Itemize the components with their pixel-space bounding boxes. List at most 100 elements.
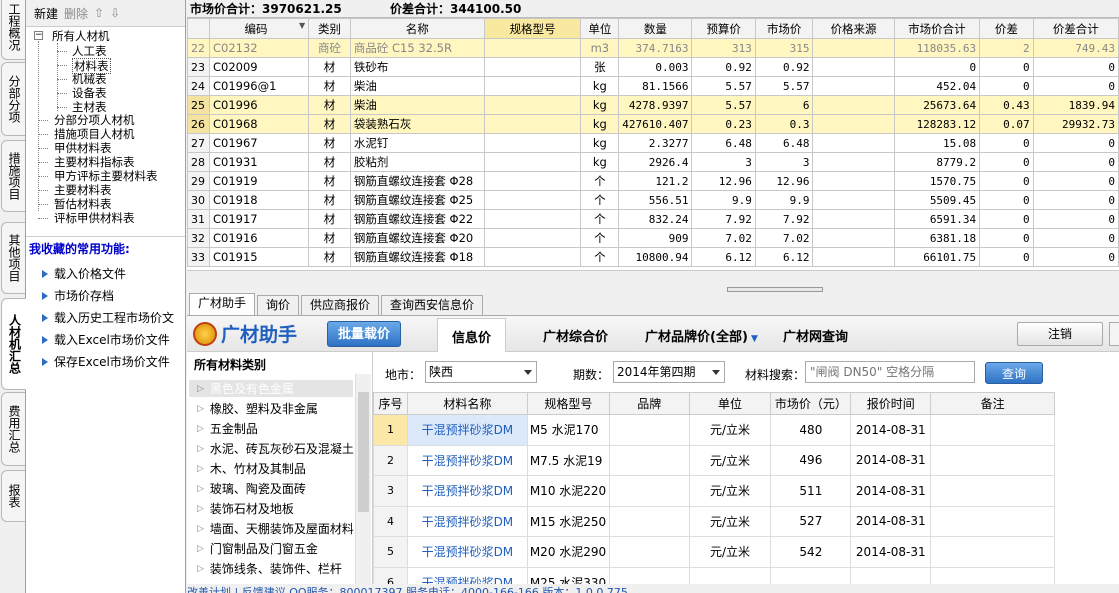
panel-splitter[interactable]: [187, 286, 1119, 294]
tree-item-5[interactable]: 主要材料表: [54, 183, 112, 197]
fav-item-1[interactable]: 市场价存档: [42, 287, 114, 304]
cell-code[interactable]: C02009: [208, 57, 310, 77]
cell-cat[interactable]: 材: [308, 209, 351, 229]
grid-header-6[interactable]: 预算价: [691, 18, 756, 39]
table-row[interactable]: 22 C02132 商砼 商品砼 C15 32.5R m3 374.7163 313 315 1…: [187, 38, 1119, 58]
table-row[interactable]: 25 C01996 材柴油 kg 4278.9397 5.57 6 25673.64 0.43 1…: [187, 95, 1119, 115]
cell-src[interactable]: [812, 133, 895, 153]
price-cell-unit[interactable]: 元/立米: [688, 414, 772, 446]
cell-mtotal[interactable]: 128283.12: [893, 114, 981, 134]
tree-item-3[interactable]: 主要材料指标表: [54, 155, 135, 169]
category-scrollbar[interactable]: [355, 374, 371, 585]
cell-mtotal[interactable]: 118035.63: [893, 38, 981, 58]
cell-market[interactable]: 0.92: [754, 57, 814, 77]
cell-qty[interactable]: 374.7163: [618, 38, 693, 58]
cell-code[interactable]: C01918: [208, 190, 310, 210]
extra-button[interactable]: [1109, 322, 1119, 346]
category-item-9[interactable]: ▷ 装饰线条、装饰件、栏杆: [197, 560, 355, 577]
query-button[interactable]: 查询: [985, 362, 1043, 384]
cell-budget[interactable]: 3: [691, 152, 756, 172]
grid-header-1[interactable]: 类别: [308, 18, 351, 39]
price-header-4[interactable]: 单位: [688, 392, 772, 415]
category-item-3[interactable]: ▷ 水泥、砖瓦灰砂石及混凝土: [197, 440, 355, 457]
price-cell-n[interactable]: 1: [373, 414, 408, 446]
table-row[interactable]: 2 干混预拌砂浆DM M7.5 水泥19 元/立米 496 2014-08-31: [373, 444, 1055, 476]
cell-mtotal[interactable]: 66101.75: [893, 247, 981, 267]
tree-item-0[interactable]: 分部分项人材机: [54, 113, 135, 127]
cell-src[interactable]: [812, 190, 895, 210]
cell-spec[interactable]: [483, 133, 582, 153]
grid-header-2[interactable]: 名称: [349, 18, 485, 39]
cell-budget[interactable]: 9.9: [691, 190, 756, 210]
table-row[interactable]: 5 干混预拌砂浆DM M20 水泥290 元/立米 542 2014-08-31: [373, 536, 1055, 568]
table-row[interactable]: 33 C01915 材钢筋直螺纹连接套 Φ18 个 10800.94 6.12 6.12 66…: [187, 247, 1119, 267]
grid-header-10[interactable]: 价差: [979, 18, 1034, 39]
cell-unit[interactable]: kg: [580, 152, 620, 172]
price-header-7[interactable]: 备注: [930, 392, 1055, 415]
cell-market[interactable]: 9.9: [754, 190, 814, 210]
price-header-5[interactable]: 市场价（元）: [770, 392, 852, 415]
cell-qty[interactable]: 2.3277: [618, 133, 693, 153]
price-header-1[interactable]: 材料名称: [406, 392, 528, 415]
price-cell-unit[interactable]: 元/立米: [688, 475, 772, 507]
cell-src[interactable]: [812, 171, 895, 191]
cell-unit[interactable]: 张: [580, 57, 620, 77]
cell-qty[interactable]: 10800.94: [618, 247, 693, 267]
cell-src[interactable]: [812, 38, 895, 58]
cell-mtotal[interactable]: 1570.75: [893, 171, 981, 191]
price-cell-name[interactable]: 干混预拌砂浆DM: [406, 505, 528, 537]
tree-item-1[interactable]: 措施项目人材机: [54, 127, 135, 141]
table-row[interactable]: 4 干混预拌砂浆DM M15 水泥250 元/立米 527 2014-08-31: [373, 505, 1055, 537]
category-item-8[interactable]: ▷ 门窗制品及门窗五金: [197, 540, 355, 557]
cell-unit[interactable]: m3: [580, 38, 620, 58]
cell-src[interactable]: [812, 114, 895, 134]
cell-mtotal[interactable]: 0: [893, 57, 981, 77]
cell-spec[interactable]: [483, 76, 582, 96]
price-cell-brand[interactable]: [608, 414, 690, 446]
table-row[interactable]: 24 C01996@1 材柴油 kg 81.1566 5.57 5.57 452.04 0 0: [187, 76, 1119, 96]
cell-market[interactable]: 7.02: [754, 228, 814, 248]
table-row[interactable]: 30 C01918 材钢筋直螺纹连接套 Φ25 个 556.51 9.9 9.9 5509.4…: [187, 190, 1119, 210]
price-cell-price[interactable]: 496: [770, 444, 852, 476]
cell-name[interactable]: 商品砼 C15 32.5R: [349, 38, 485, 58]
cell-diff[interactable]: 0: [979, 190, 1034, 210]
price-cell-name[interactable]: 干混预拌砂浆DM: [406, 536, 528, 568]
price-cell-price[interactable]: 527: [770, 505, 852, 537]
price-header-0[interactable]: 序号: [373, 392, 408, 415]
cell-cat[interactable]: 商砼: [308, 38, 351, 58]
bottom-tab-1[interactable]: 询价: [257, 295, 300, 315]
cell-mtotal[interactable]: 452.04: [893, 76, 981, 96]
tree-child-2[interactable]: 机械表: [72, 72, 107, 86]
cell-cat[interactable]: 材: [308, 152, 351, 172]
bottom-tab-0[interactable]: 广材助手: [189, 293, 256, 315]
price-cell-date[interactable]: 2014-08-31: [850, 536, 932, 568]
cell-cat[interactable]: 材: [308, 247, 351, 267]
grid-header-7[interactable]: 市场价: [754, 18, 814, 39]
cell-budget[interactable]: 5.57: [691, 95, 756, 115]
cell-dtotal[interactable]: 1839.94: [1032, 95, 1119, 115]
cell-market[interactable]: 5.57: [754, 76, 814, 96]
cell-code[interactable]: C01917: [208, 209, 310, 229]
cell-spec[interactable]: [483, 152, 582, 172]
cell-budget[interactable]: 12.96: [691, 171, 756, 191]
cell-mtotal[interactable]: 8779.2: [893, 152, 981, 172]
price-cell-date[interactable]: 2014-08-31: [850, 475, 932, 507]
cell-src[interactable]: [812, 247, 895, 267]
cell-unit[interactable]: kg: [580, 95, 620, 115]
cell-code[interactable]: C01996@1: [208, 76, 310, 96]
cell-mtotal[interactable]: 5509.45: [893, 190, 981, 210]
price-cell-price[interactable]: 480: [770, 414, 852, 446]
cell-src[interactable]: [812, 57, 895, 77]
cell-src[interactable]: [812, 228, 895, 248]
cell-unit[interactable]: 个: [580, 209, 620, 229]
vtab-0[interactable]: 工程概况: [1, 0, 25, 60]
price-header-2[interactable]: 规格型号: [526, 392, 610, 415]
tab-composite-price[interactable]: 广材综合价: [543, 326, 608, 345]
cell-code[interactable]: C01916: [208, 228, 310, 248]
price-header-6[interactable]: 报价时间: [850, 392, 932, 415]
cell-name[interactable]: 钢筋直螺纹连接套 Φ20: [349, 228, 485, 248]
cell-dtotal[interactable]: 29932.73: [1032, 114, 1119, 134]
fav-item-3[interactable]: 载入Excel市场价文件: [42, 331, 170, 348]
cell-spec[interactable]: [483, 171, 582, 191]
price-cell-note[interactable]: [930, 444, 1055, 476]
